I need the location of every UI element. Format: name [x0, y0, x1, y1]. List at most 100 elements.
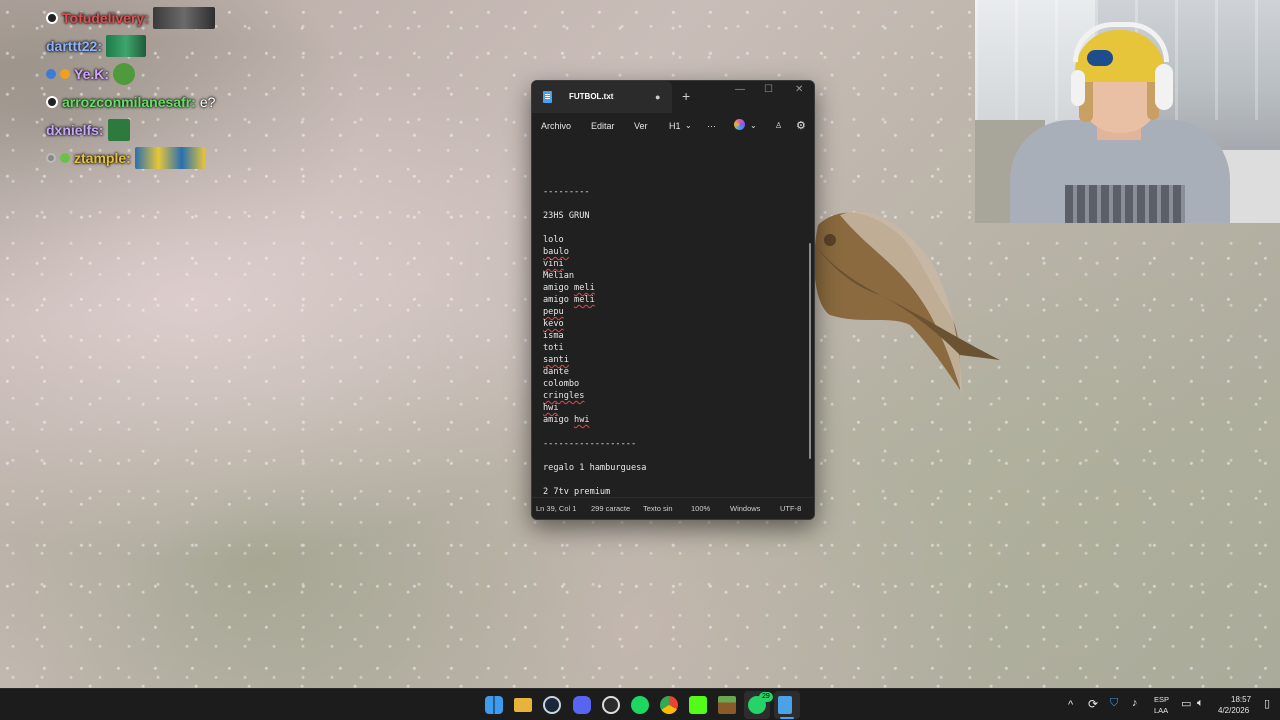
- account-icon[interactable]: ♙: [775, 121, 782, 130]
- spotify-icon[interactable]: [631, 696, 649, 714]
- spellcheck-word[interactable]: pepu: [543, 307, 564, 317]
- text-line[interactable]: 2 7tv premium: [543, 486, 610, 497]
- sync-icon[interactable]: ⟳: [1088, 697, 1098, 711]
- spellcheck-word[interactable]: hwi: [543, 403, 559, 413]
- user-badge-icon: [60, 69, 70, 79]
- settings-gear-icon[interactable]: ⚙: [796, 119, 806, 132]
- text-line[interactable]: baulo: [543, 246, 569, 258]
- whatsapp-badge: 29: [759, 692, 773, 702]
- emote-image-icon: [152, 7, 215, 29]
- tray-overflow-chevron-icon[interactable]: ^: [1068, 699, 1073, 711]
- notifications-icon[interactable]: ▯: [1264, 697, 1270, 710]
- user-badge-icon: [46, 69, 56, 79]
- chat-colon: :: [144, 10, 149, 26]
- spellcheck-word[interactable]: vini: [543, 259, 564, 269]
- more-options-button[interactable]: ···: [707, 121, 716, 131]
- chevron-down-icon[interactable]: ⌄: [750, 121, 757, 130]
- unsaved-dot-icon[interactable]: ●: [655, 92, 660, 102]
- notepad-tab[interactable]: FUTBOL.txt ●: [532, 81, 672, 113]
- clock-time[interactable]: 18:57: [1231, 695, 1251, 704]
- chevron-down-icon[interactable]: ⌄: [685, 121, 692, 130]
- scrollbar-thumb[interactable]: [809, 243, 811, 459]
- microphone-icon[interactable]: ♪: [1132, 697, 1138, 709]
- text-line[interactable]: santi: [543, 354, 569, 366]
- minecraft-icon[interactable]: [718, 696, 736, 714]
- chat-message: Tofudelivery :: [46, 6, 286, 30]
- spellcheck-word[interactable]: santi: [543, 355, 569, 365]
- steam-icon[interactable]: [543, 696, 561, 714]
- chat-colon: :: [126, 150, 131, 166]
- copilot-icon[interactable]: [734, 119, 745, 130]
- input-language[interactable]: ESP: [1154, 695, 1169, 704]
- text-line[interactable]: cringles: [543, 390, 584, 402]
- notepad-taskbar-icon[interactable]: [778, 696, 792, 714]
- line-ending[interactable]: Windows: [730, 504, 760, 513]
- close-button[interactable]: ✕: [795, 84, 803, 95]
- maximize-button[interactable]: ☐: [764, 84, 773, 95]
- text-line[interactable]: pepu: [543, 306, 564, 318]
- file-explorer-icon[interactable]: [514, 698, 532, 712]
- headphone-cup: [1071, 70, 1085, 106]
- chat-username: ztample: [74, 150, 127, 166]
- menu-file[interactable]: Archivo: [541, 121, 571, 131]
- chat-username: darttt22: [46, 38, 98, 54]
- text-line[interactable]: dante: [543, 366, 569, 378]
- text-line[interactable]: amigo hwi: [543, 414, 590, 426]
- keyboard-layout[interactable]: LAA: [1154, 706, 1168, 715]
- menu-view[interactable]: Ver: [634, 121, 648, 131]
- spellcheck-word[interactable]: meli: [574, 295, 595, 305]
- text-line[interactable]: hwi: [543, 402, 559, 414]
- text-format[interactable]: Texto sin: [643, 504, 673, 513]
- spellcheck-word[interactable]: baulo: [543, 247, 569, 257]
- chat-message: ztample :: [46, 146, 286, 170]
- notepad-text-area[interactable]: --------- 23HS GRUN lolo baulo vini Melian ami…: [532, 139, 810, 497]
- text-line[interactable]: ------------------: [543, 438, 636, 450]
- chat-colon: :: [191, 94, 196, 110]
- text-line[interactable]: lolo: [543, 234, 564, 246]
- cursor-position: Ln 39, Col 1: [536, 504, 577, 513]
- text-line[interactable]: kevo: [543, 318, 564, 330]
- discord-icon[interactable]: [573, 696, 591, 714]
- new-tab-button[interactable]: +: [682, 88, 690, 104]
- spellcheck-word[interactable]: kevo: [543, 319, 564, 329]
- text-line[interactable]: 23HS GRUN: [543, 210, 590, 222]
- text-line[interactable]: isma: [543, 330, 564, 342]
- chat-message: darttt22 :: [46, 34, 286, 58]
- notepad-titlebar[interactable]: FUTBOL.txt ● + — ☐ ✕: [532, 81, 814, 113]
- text-line[interactable]: ---------: [543, 186, 590, 198]
- notepad-window[interactable]: FUTBOL.txt ● + — ☐ ✕ Archivo Editar Ver …: [531, 80, 815, 520]
- chrome-icon[interactable]: [660, 696, 678, 714]
- text-line[interactable]: toti: [543, 342, 564, 354]
- emote-image-icon: [107, 119, 130, 141]
- network-icon[interactable]: ▭: [1181, 697, 1191, 710]
- shield-icon[interactable]: ⛉: [1110, 697, 1118, 710]
- chat-username: arrozconmilanesafr: [62, 94, 192, 110]
- clock-date[interactable]: 4/2/2026: [1218, 706, 1249, 715]
- chat-colon: :: [104, 66, 110, 82]
- text-line[interactable]: Melian: [543, 270, 574, 282]
- encoding[interactable]: UTF-8: [780, 504, 801, 513]
- user-badge-icon: [46, 12, 58, 24]
- minions-emote-icon: [134, 147, 205, 169]
- chat-username: Tofudelivery: [62, 10, 145, 26]
- text-line[interactable]: vini: [543, 258, 564, 270]
- spellcheck-word[interactable]: hwi: [574, 415, 590, 425]
- menu-edit[interactable]: Editar: [591, 121, 615, 131]
- user-badge-icon: [46, 153, 56, 163]
- volume-icon[interactable]: 🔈︎: [1197, 697, 1204, 710]
- kick-icon[interactable]: [689, 696, 707, 714]
- obs-icon[interactable]: [602, 696, 620, 714]
- chat-colon: :: [98, 122, 104, 138]
- text-line[interactable]: colombo: [543, 378, 579, 390]
- text-line[interactable]: amigo meli: [543, 294, 595, 306]
- text-line[interactable]: regalo 1 hamburguesa: [543, 462, 646, 474]
- windows-start-icon[interactable]: [485, 696, 503, 714]
- chat-message: dxnielfs :: [46, 118, 286, 142]
- text-line[interactable]: amigo meli: [543, 282, 595, 294]
- zoom-level[interactable]: 100%: [691, 504, 710, 513]
- webcam-overlay: [975, 0, 1280, 223]
- heading-dropdown[interactable]: H1: [669, 121, 681, 131]
- minimize-button[interactable]: —: [735, 84, 745, 95]
- spellcheck-word[interactable]: cringles: [543, 391, 584, 401]
- spellcheck-word[interactable]: meli: [574, 283, 595, 293]
